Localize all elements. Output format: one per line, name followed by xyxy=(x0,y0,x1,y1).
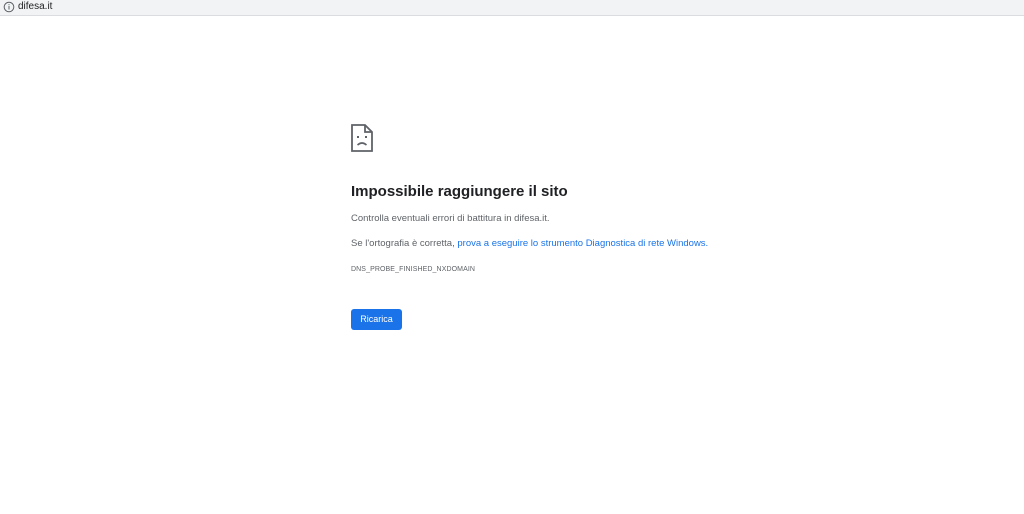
reload-button[interactable]: Ricarica xyxy=(351,309,402,330)
typo-suggestion: Controlla eventuali errori di battitura … xyxy=(351,213,550,224)
address-bar[interactable]: difesa.it xyxy=(0,0,1024,16)
diagnostics-prefix: Se l'ortografia è corretta, xyxy=(351,238,458,249)
page-title: Impossibile raggiungere il sito xyxy=(351,183,568,200)
url-text[interactable]: difesa.it xyxy=(18,1,52,13)
sad-page-icon xyxy=(351,124,373,152)
diagnostics-link[interactable]: prova a eseguire lo strumento Diagnostic… xyxy=(457,238,708,249)
error-code: DNS_PROBE_FINISHED_NXDOMAIN xyxy=(351,266,476,273)
diagnostics-suggestion: Se l'ortografia è corretta, prova a eseg… xyxy=(351,238,708,250)
info-icon[interactable] xyxy=(3,1,15,13)
